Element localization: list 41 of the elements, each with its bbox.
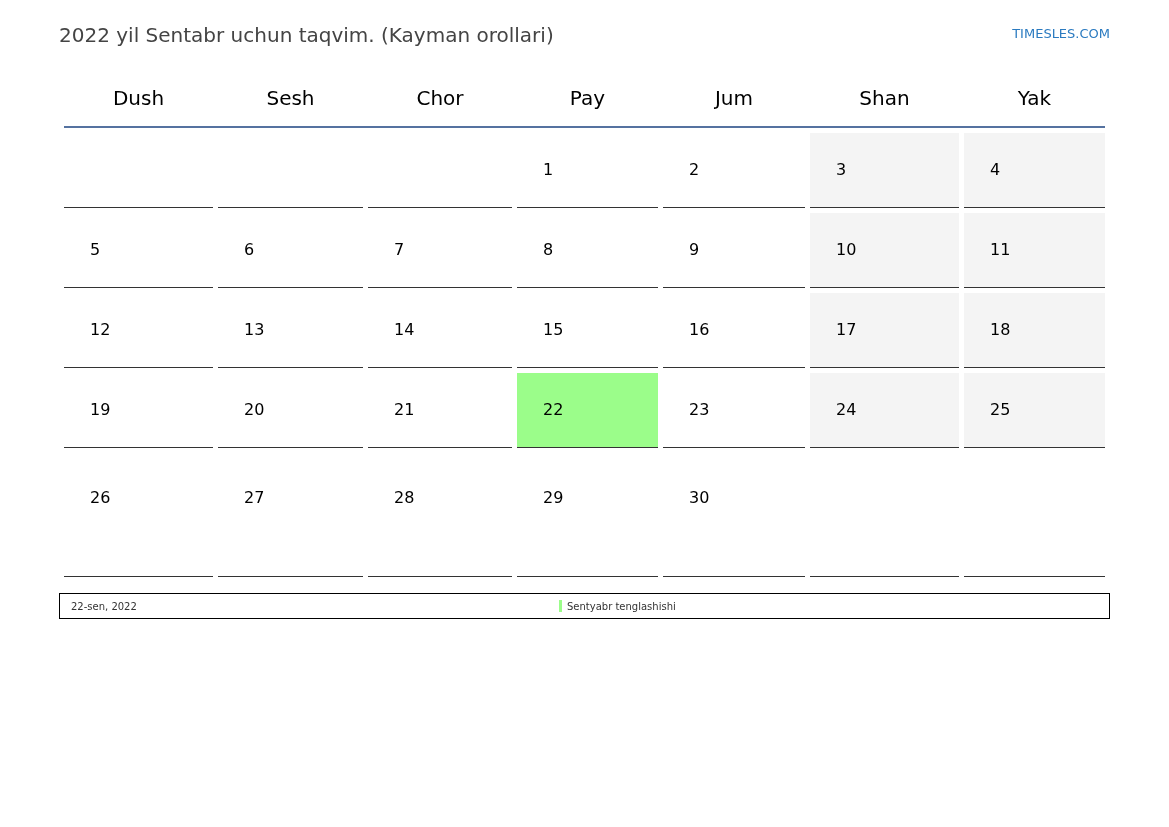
day-cell: 22: [517, 373, 658, 448]
day-cell: 11: [964, 213, 1105, 288]
weekday-header: Sesh: [265, 85, 316, 112]
weekday-header: Pay: [568, 85, 607, 112]
day-cell: 10: [810, 213, 959, 288]
day-cell: 25: [964, 373, 1105, 448]
day-cell: 5: [64, 213, 213, 288]
day-cell: 7: [368, 213, 512, 288]
day-cell: 18: [964, 293, 1105, 368]
day-cell: 28: [368, 453, 512, 577]
day-cell: 27: [218, 453, 363, 577]
day-cell: 8: [517, 213, 658, 288]
day-cell: 19: [64, 373, 213, 448]
site-link[interactable]: TIMESLES.COM: [1012, 24, 1110, 44]
weekday-header: Yak: [1016, 85, 1053, 112]
event-date: 22-sen, 2022: [70, 599, 138, 614]
day-cell: 24: [810, 373, 959, 448]
day-cell: 2: [663, 133, 805, 208]
day-cell: 16: [663, 293, 805, 368]
day-cell: 13: [218, 293, 363, 368]
weekday-header: Dush: [111, 85, 166, 112]
day-cell: 30: [663, 453, 805, 577]
weekday-header: Chor: [415, 85, 465, 112]
day-cell: 9: [663, 213, 805, 288]
day-cell: 17: [810, 293, 959, 368]
weekday-header: Jum: [713, 85, 755, 112]
weekday-header: Shan: [858, 85, 911, 112]
day-cell: 23: [663, 373, 805, 448]
day-cell: 15: [517, 293, 658, 368]
day-cell: 20: [218, 373, 363, 448]
calendar-title: 2022 yil Sentabr uchun taqvim. (Kayman orollari): [59, 22, 554, 49]
day-cell: 3: [810, 133, 959, 208]
day-cell: 21: [368, 373, 512, 448]
day-cell: 14: [368, 293, 512, 368]
day-cell: 6: [218, 213, 363, 288]
day-cell: 26: [64, 453, 213, 577]
event-name: Sentyabr tenglashishi: [567, 599, 676, 614]
day-cell: 1: [517, 133, 658, 208]
day-cell: 12: [64, 293, 213, 368]
day-cell: 4: [964, 133, 1105, 208]
day-cell: 29: [517, 453, 658, 577]
